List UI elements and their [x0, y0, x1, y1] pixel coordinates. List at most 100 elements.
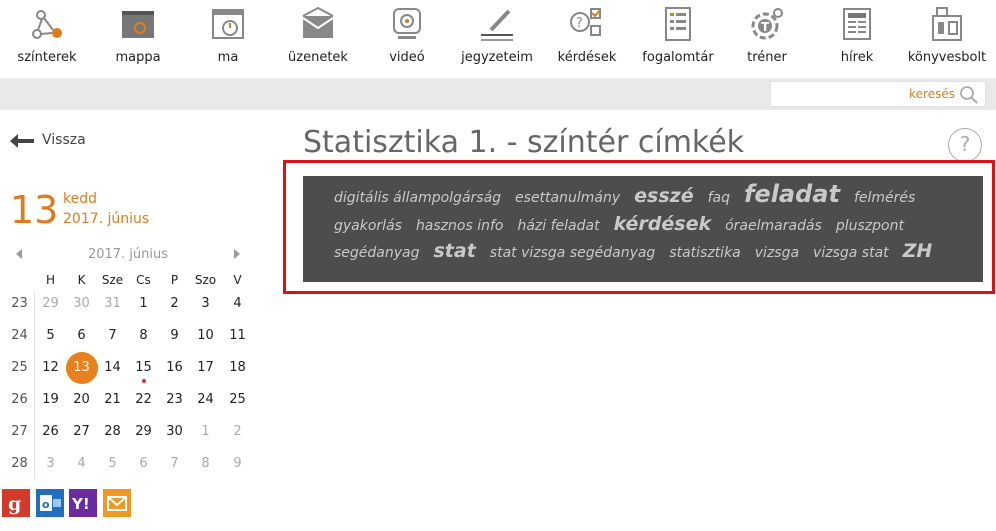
question-checklist-icon: ?	[570, 8, 601, 36]
tag-link[interactable]: segédanyag	[334, 245, 420, 261]
nav-video[interactable]: videó	[362, 6, 452, 72]
calendar-day[interactable]: 29	[35, 290, 66, 318]
calendar-day[interactable]: 4	[222, 290, 253, 318]
calendar-day[interactable]: 29	[128, 418, 159, 446]
calendar-day[interactable]: 1	[190, 418, 221, 446]
yahoo-icon[interactable]: Y!	[69, 489, 97, 517]
calendar-day[interactable]: 4	[66, 450, 97, 478]
calendar-day[interactable]: 6	[66, 322, 97, 350]
tag-link[interactable]: vizsga stat	[813, 245, 889, 261]
calendar-day[interactable]: 18	[222, 354, 253, 382]
webcam-icon	[393, 8, 421, 39]
tag-link[interactable]: kérdések	[614, 213, 712, 235]
google-icon[interactable]: g	[2, 489, 30, 517]
tag-link[interactable]: statisztika	[669, 245, 740, 261]
tag-link[interactable]: faq	[708, 190, 730, 206]
tag-link[interactable]: óraelmaradás	[725, 218, 822, 234]
tag-link[interactable]: pluszpont	[836, 218, 904, 234]
calendar-day[interactable]: 14	[97, 354, 128, 382]
calendar-day[interactable]: 11	[222, 322, 253, 350]
mail-icon[interactable]	[103, 489, 131, 517]
glossary-icon	[665, 7, 691, 41]
calendar-day[interactable]: 8	[190, 450, 221, 478]
calendar-day[interactable]: 2	[159, 290, 190, 318]
calendar-day[interactable]: 26	[35, 418, 66, 446]
calendar-day[interactable]: 6	[128, 450, 159, 478]
nav-label: kérdések	[557, 50, 617, 65]
tag-cloud: digitális állampolgárság esettanulmány ess…	[303, 176, 983, 282]
search-label: keresés	[909, 87, 955, 101]
nav-szinterek[interactable]: színterek	[2, 6, 92, 72]
calendar-title: 2017. június	[87, 247, 169, 262]
nav-uzenetek[interactable]: üzenetek	[273, 6, 363, 72]
nav-jegyzeteim[interactable]: jegyzeteim	[452, 6, 542, 72]
calendar-day[interactable]: 3	[35, 450, 66, 478]
tag-link[interactable]: ZH	[903, 240, 933, 262]
nav-trener[interactable]: T tréner	[722, 6, 812, 72]
nav-mappa[interactable]: mappa	[93, 6, 183, 72]
calendar-day[interactable]: 22	[128, 386, 159, 414]
week-number: 27	[11, 424, 28, 439]
calendar-day[interactable]: 9	[222, 450, 253, 478]
tag-link[interactable]: stat	[433, 240, 475, 262]
calendar-day[interactable]: 28	[97, 418, 128, 446]
arrow-left-icon	[10, 134, 34, 148]
next-month-icon[interactable]	[234, 249, 240, 259]
nav-konyvesbolt[interactable]: könyvesbolt	[902, 6, 992, 72]
calendar-day[interactable]: 25	[222, 386, 253, 414]
calendar-day[interactable]: 8	[128, 322, 159, 350]
calendar-day[interactable]: 24	[190, 386, 221, 414]
calendar-day-current[interactable]: 13	[66, 354, 97, 382]
calendar-day[interactable]: 21	[97, 386, 128, 414]
calendar-day[interactable]: 2	[222, 418, 253, 446]
tag-link[interactable]: vizsga	[755, 245, 799, 261]
calendar-day[interactable]: 12	[35, 354, 66, 382]
calendar-header: 2017. június	[10, 246, 246, 264]
nav-label: hírek	[840, 50, 874, 65]
calendar-day[interactable]: 23	[159, 386, 190, 414]
svg-text:Y!: Y!	[71, 495, 90, 513]
calendar-day[interactable]: 15	[128, 354, 159, 382]
search-icon[interactable]	[959, 85, 979, 105]
calendar-day[interactable]: 3	[190, 290, 221, 318]
svg-text:?: ?	[576, 16, 583, 31]
tag-link[interactable]: házi feladat	[517, 218, 599, 234]
tag-link[interactable]: feladat	[744, 180, 840, 208]
calendar-day[interactable]: 5	[97, 450, 128, 478]
search-input[interactable]	[777, 85, 917, 105]
nav-label: üzenetek	[288, 50, 348, 65]
calendar-day[interactable]: 30	[159, 418, 190, 446]
tag-link[interactable]: esettanulmány	[515, 190, 620, 206]
svg-text:o: o	[42, 498, 50, 511]
help-button[interactable]: ?	[948, 128, 982, 162]
calendar-day[interactable]: 30	[66, 290, 97, 318]
nav-fogalomtar[interactable]: fogalomtár	[633, 6, 723, 72]
calendar-day[interactable]: 16	[159, 354, 190, 382]
calendar-day[interactable]: 31	[97, 290, 128, 318]
calendar-day[interactable]: 27	[66, 418, 97, 446]
calendar-day[interactable]: 19	[35, 386, 66, 414]
tag-link[interactable]: esszé	[634, 185, 693, 207]
calendar-day[interactable]: 10	[190, 322, 221, 350]
calendar-day[interactable]: 17	[190, 354, 221, 382]
calendar-day[interactable]: 1	[128, 290, 159, 318]
tag-link[interactable]: stat vizsga segédanyag	[490, 245, 656, 261]
trainer-gear-icon: T	[751, 8, 783, 40]
nav-kerdesek[interactable]: ? kérdések	[542, 6, 632, 72]
calendar-day[interactable]: 5	[35, 322, 66, 350]
calendar-day[interactable]: 20	[66, 386, 97, 414]
week-number: 23	[11, 296, 28, 311]
nav-hirek[interactable]: hírek	[812, 6, 902, 72]
nav-label: videó	[389, 50, 425, 65]
event-indicator-dot	[141, 379, 146, 383]
calendar-day[interactable]: 7	[159, 450, 190, 478]
calendar-day[interactable]: 9	[159, 322, 190, 350]
tag-link[interactable]: hasznos info	[416, 218, 504, 234]
tag-link[interactable]: felmérés	[854, 190, 915, 206]
calendar-day[interactable]: 7	[97, 322, 128, 350]
nav-ma[interactable]: ma	[183, 6, 273, 72]
outlook-icon[interactable]: o	[36, 489, 64, 517]
tag-link[interactable]: gyakorlás	[334, 218, 402, 234]
tag-link[interactable]: digitális állampolgárság	[334, 190, 501, 206]
nav-label: könyvesbolt	[907, 50, 987, 65]
